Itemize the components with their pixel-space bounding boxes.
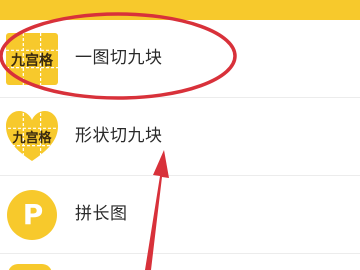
menu-item-label: 一图切九块 xyxy=(75,48,163,68)
menu-item-shape-split[interactable]: 九宫格 形状切九块 xyxy=(0,98,360,176)
menu-list: 九宫格 一图切九块 九宫格 形状切九块 P 拼长图 xyxy=(0,20,360,254)
nine-grid-heart-icon: 九宫格 xyxy=(6,111,58,163)
menu-item-label: 形状切九块 xyxy=(75,126,163,146)
partial-icon xyxy=(8,264,52,270)
menu-item-split-nine[interactable]: 九宫格 一图切九块 xyxy=(0,20,360,98)
screen: 九宫格 一图切九块 九宫格 形状切九块 P 拼长图 xyxy=(0,0,360,270)
nine-grid-square-icon: 九宫格 xyxy=(6,33,58,85)
menu-item-label: 拼长图 xyxy=(75,204,128,224)
menu-item-partial[interactable] xyxy=(0,254,360,270)
top-bar xyxy=(0,0,360,20)
icon-text: P xyxy=(23,198,44,231)
icon-text: 九宫格 xyxy=(11,130,52,146)
letter-p-circle-icon: P xyxy=(6,189,58,241)
icon-text: 九宫格 xyxy=(10,52,54,69)
menu-item-long-image[interactable]: P 拼长图 xyxy=(0,176,360,254)
